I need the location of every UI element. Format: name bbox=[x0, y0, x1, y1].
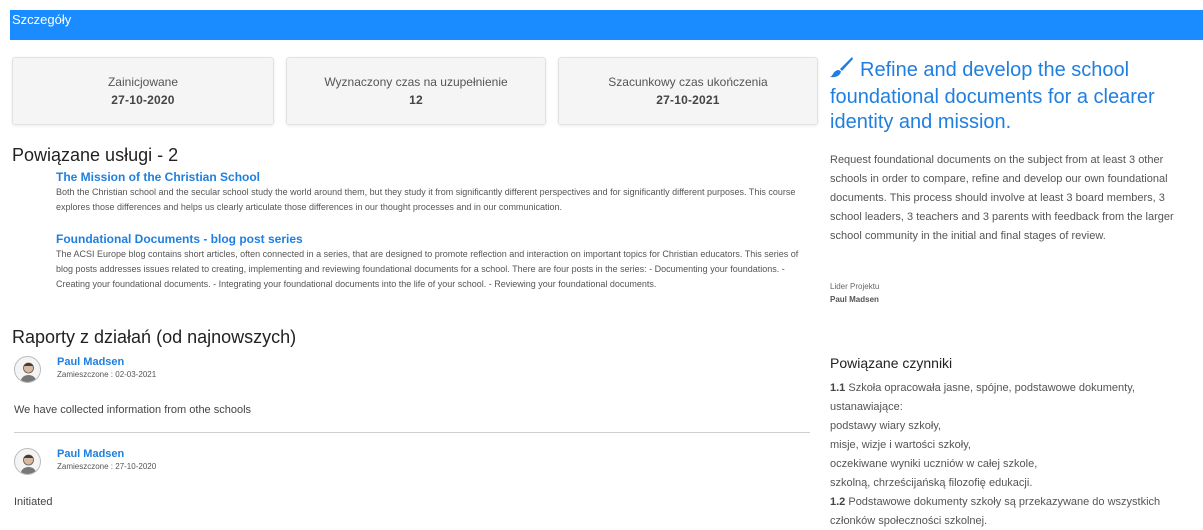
person-icon bbox=[20, 454, 37, 474]
factor-line: członków społeczności szkolnej. bbox=[830, 515, 988, 527]
related-factors-list: 1.1 Szkoła opracowała jasne, spójne, pod… bbox=[830, 379, 1203, 530]
project-leader-name: Paul Madsen bbox=[830, 295, 879, 304]
report-posted-date: Zamieszczone : 02-03-2021 bbox=[57, 370, 157, 379]
stat-card-assigned-time: Wyznaczony czas na uzupełnienie 12 bbox=[286, 57, 546, 125]
factor-item: 1.2 Podstawowe dokumenty szkoły są przek… bbox=[830, 496, 1161, 508]
goal-title-line: foundational documents for a clearer bbox=[830, 86, 1155, 108]
goal-title: Refine and develop the school foundation… bbox=[830, 56, 1203, 135]
stat-card-initiated: Zainicjowane 27-10-2020 bbox=[12, 57, 274, 125]
factor-line: szkolną, chrześcijańską filozofię edukac… bbox=[830, 477, 1033, 489]
brush-icon bbox=[830, 56, 854, 85]
person-icon bbox=[20, 362, 37, 382]
avatar bbox=[14, 448, 41, 475]
goal-title-line: Refine and develop the school bbox=[860, 59, 1130, 81]
report-divider bbox=[14, 432, 810, 433]
factor-line: oczekiwane wyniki uczniów w całej szkole… bbox=[830, 458, 1038, 470]
stat-card-estimated-completion: Szacunkowy czas ukończenia 27-10-2021 bbox=[558, 57, 818, 125]
related-factors-heading: Powiązane czynniki bbox=[830, 355, 953, 371]
service-item: Foundational Documents - blog post serie… bbox=[56, 232, 816, 292]
service-item: The Mission of the Christian School Both… bbox=[56, 170, 816, 215]
details-header: Szczegóły bbox=[10, 10, 1203, 40]
stat-label: Szacunkowy czas ukończenia bbox=[608, 75, 768, 89]
service-title-link[interactable]: Foundational Documents - blog post serie… bbox=[56, 232, 816, 246]
report-message: Initiated bbox=[14, 496, 53, 508]
factor-line: podstawy wiary szkoły, bbox=[830, 420, 942, 432]
details-header-title: Szczegóły bbox=[12, 12, 72, 27]
stat-value: 27-10-2020 bbox=[111, 93, 175, 107]
stat-label: Zainicjowane bbox=[107, 75, 179, 89]
goal-title-line: identity and mission. bbox=[830, 111, 1012, 133]
report-posted-date: Zamieszczone : 27-10-2020 bbox=[57, 462, 157, 471]
goal-description-line: school community in the initial and fina… bbox=[830, 230, 1106, 242]
factor-number: 1.1 bbox=[830, 382, 846, 394]
factor-number: 1.2 bbox=[830, 496, 846, 508]
service-title-link[interactable]: The Mission of the Christian School bbox=[56, 170, 816, 184]
goal-description-line: documents. This process should involve a… bbox=[830, 192, 1165, 204]
activity-reports-heading: Raporty z działań (od najnowszych) bbox=[12, 327, 297, 347]
stat-label: Wyznaczony czas na uzupełnienie bbox=[324, 75, 508, 89]
report-message: We have collected information from othe … bbox=[14, 404, 252, 416]
avatar bbox=[14, 356, 41, 383]
related-services-heading: Powiązane usługi - 2 bbox=[12, 145, 179, 165]
factor-line: ustanawiające: bbox=[830, 401, 903, 413]
goal-description: Request foundational documents on the su… bbox=[830, 151, 1203, 246]
stat-value: 27-10-2021 bbox=[656, 93, 720, 107]
goal-description-line: schools in order to compare, refine and … bbox=[830, 173, 1168, 185]
stat-value: 12 bbox=[409, 93, 423, 107]
goal-description-line: Request foundational documents on the su… bbox=[830, 154, 1164, 166]
report-author-link[interactable]: Paul Madsen bbox=[57, 356, 124, 368]
goal-panel: Refine and develop the school foundation… bbox=[830, 56, 1203, 530]
factor-line: misje, wizje i wartości szkoły, bbox=[830, 439, 971, 451]
service-description: The ACSI Europe blog contains short arti… bbox=[56, 249, 799, 289]
service-description: Both the Christian school and the secula… bbox=[56, 187, 796, 212]
report-author-link[interactable]: Paul Madsen bbox=[57, 448, 124, 460]
goal-description-line: school leaders, 3 teachers and 3 parents… bbox=[830, 211, 1174, 223]
project-leader-label: Lider Projektu bbox=[830, 282, 880, 291]
factor-item: 1.1 Szkoła opracowała jasne, spójne, pod… bbox=[830, 382, 1135, 394]
